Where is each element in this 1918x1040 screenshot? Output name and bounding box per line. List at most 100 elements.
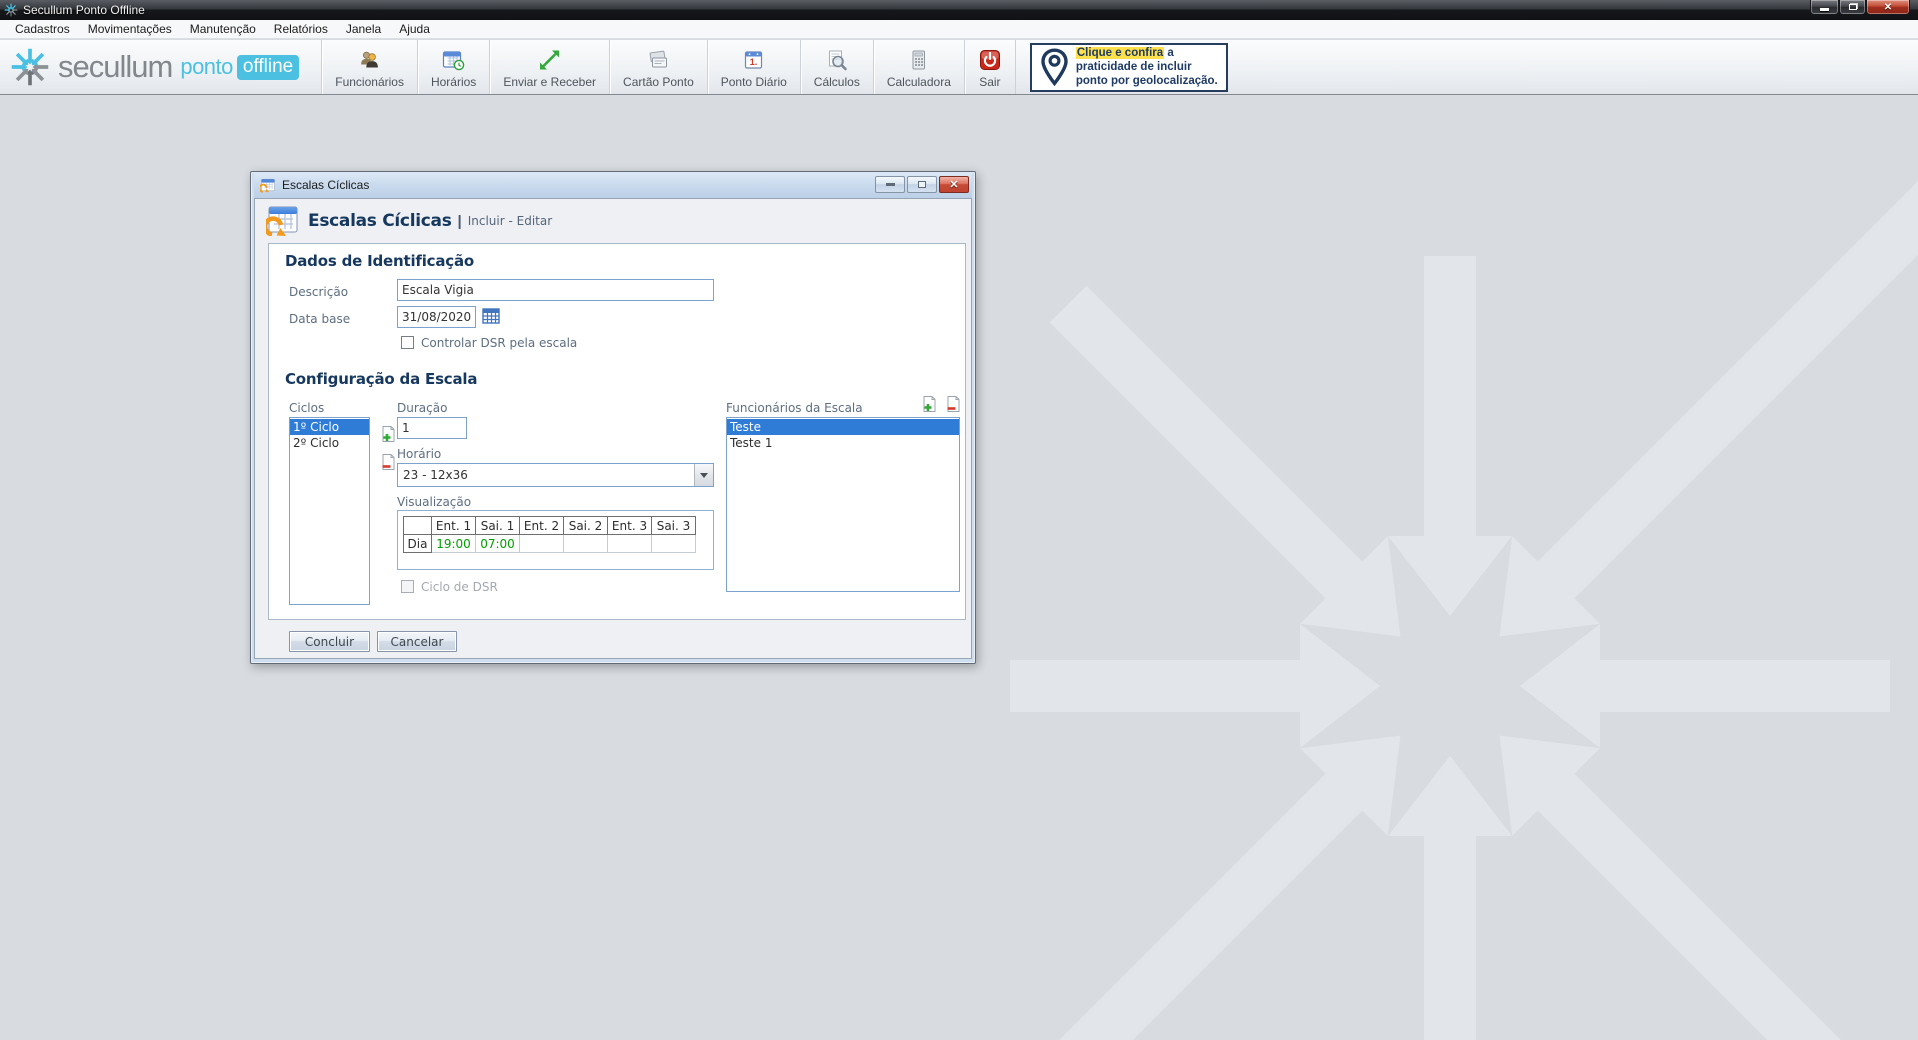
viz-ent2-value [520,535,564,553]
minimize-button[interactable] [1810,0,1839,15]
add-page-icon [378,425,396,443]
main-titlebar[interactable]: Secullum Ponto Offline ✕ [0,0,1918,20]
combobox-dropdown-button[interactable] [694,464,713,486]
descricao-label: Descrição [289,285,348,299]
viz-sai1-value: 07:00 [476,535,520,553]
funcionario-list-item[interactable]: Teste 1 [727,435,959,451]
funcionarios-escala-label: Funcionários da Escala [726,401,863,415]
menu-relatorios[interactable]: Relatórios [265,20,337,38]
toolbar-sair-button[interactable]: Sair [965,40,1016,94]
secullum-logo-icon [10,47,50,87]
duracao-label: Duração [397,401,447,415]
ciclos-label: Ciclos [289,401,324,415]
controlar-dsr-label: Controlar DSR pela escala [421,336,577,350]
horario-combobox[interactable]: 23 - 12x36 [397,463,714,487]
send-receive-icon [537,46,562,72]
viz-col-sai2: Sai. 2 [564,517,608,535]
app-icon [4,3,18,17]
add-page-icon [919,395,937,413]
remove-funcionario-button[interactable] [942,395,962,415]
dialog-header-title: Escalas Cíclicas [308,211,452,231]
ciclo-list-item[interactable]: 1º Ciclo [290,419,369,435]
toolbar-calculos-button[interactable]: Cálculos [801,40,874,94]
dialog-header-separator: | [458,213,462,230]
schedule-icon [441,46,466,72]
menu-movimentacoes[interactable]: Movimentações [79,20,181,38]
viz-col-ent1: Ent. 1 [432,517,476,535]
employees-icon [357,46,382,72]
dialog-header-subtitle: Incluir - Editar [468,214,552,228]
visualizacao-table: Ent. 1 Sai. 1 Ent. 2 Sai. 2 Ent. 3 Sai. … [403,516,696,553]
restore-button[interactable] [1839,0,1866,15]
controlar-dsr-checkbox[interactable] [401,336,414,349]
funcionario-list-item[interactable]: Teste [727,419,959,435]
viz-col-blank [404,517,432,535]
duracao-input[interactable] [397,417,467,439]
menu-ajuda[interactable]: Ajuda [390,20,439,38]
menu-cadastros[interactable]: Cadastros [6,20,79,38]
toolbar-buttons: Funcionários Horários [321,40,1016,94]
toolbar-enviar-receber-button[interactable]: Enviar e Receber [490,40,610,94]
logo-badge: offline [237,55,299,80]
concluir-button[interactable]: Concluir [289,631,370,652]
viz-sai2-value [564,535,608,553]
dialog-header: Escalas Cíclicas | Incluir - Editar [255,199,971,243]
dialog-titlebar[interactable]: Escalas Cíclicas ✕ [254,172,972,198]
dialog-restore-button[interactable] [907,176,937,193]
geolocation-callout[interactable]: Clique e confira a praticidade de inclui… [1030,43,1228,92]
viz-col-ent3: Ent. 3 [608,517,652,535]
calendar-picker-icon [482,307,500,325]
magnifier-icon [824,46,849,72]
ciclo-dsr-checkbox [401,580,414,593]
dialog-content-panel: Dados de Identificação Descrição Data ba… [268,243,966,620]
add-funcionario-button[interactable] [918,395,938,415]
cards-icon [646,46,671,72]
viz-col-sai3: Sai. 3 [652,517,696,535]
section-dados-identificacao: Dados de Identificação [285,252,474,270]
ciclos-listbox[interactable]: 1º Ciclo 2º Ciclo [289,417,370,605]
menubar: Cadastros Movimentações Manutenção Relat… [0,20,1918,39]
window-title: Secullum Ponto Offline [23,3,145,17]
dialog-title: Escalas Cíclicas [282,178,369,192]
toolbar-calculadora-button[interactable]: Calculadora [874,40,965,94]
calculator-icon [906,46,931,72]
viz-ent1-value: 19:00 [432,535,476,553]
remove-cycle-button[interactable] [377,453,397,473]
remove-page-icon [378,453,396,471]
ciclo-dsr-label: Ciclo de DSR [421,580,498,594]
toolbar-cartao-ponto-button[interactable]: Cartão Ponto [610,40,708,94]
location-pin-icon [1041,48,1068,86]
cancelar-button[interactable]: Cancelar [377,631,457,652]
escalas-ciclicas-dialog: Escalas Cíclicas ✕ [250,171,976,664]
toolbar: secullum ponto offline Funcionários [0,40,1918,95]
menu-janela[interactable]: Janela [337,20,390,38]
menu-manutencao[interactable]: Manutenção [181,20,265,38]
descricao-input[interactable] [397,279,714,301]
add-cycle-button[interactable] [377,425,397,445]
toolbar-ponto-diario-button[interactable]: 1. Ponto Diário [708,40,801,94]
chevron-down-icon [700,473,708,478]
dialog-close-button[interactable]: ✕ [939,176,969,193]
viz-sai3-value [652,535,696,553]
viz-col-sai1: Sai. 1 [476,517,520,535]
ciclo-list-item[interactable]: 2º Ciclo [290,435,369,451]
viz-ent3-value [608,535,652,553]
date-picker-button[interactable] [481,307,501,327]
viz-col-ent2: Ent. 2 [520,517,564,535]
close-button[interactable]: ✕ [1866,0,1910,15]
visualizacao-box: Ent. 1 Sai. 1 Ent. 2 Sai. 2 Ent. 3 Sai. … [397,510,714,570]
funcionarios-listbox[interactable]: Teste Teste 1 [726,417,960,592]
remove-page-icon [943,395,961,413]
screen: Secullum Ponto Offline ✕ Cadastros Movim… [0,0,1918,1040]
desktop: Escalas Cíclicas ✕ [0,96,1918,1040]
logo-product: ponto [180,54,233,80]
geolocation-callout-text: Clique e confira a praticidade de inclui… [1076,46,1218,88]
visualizacao-label: Visualização [397,495,471,509]
horario-value: 23 - 12x36 [398,468,694,482]
logo-brand: secullum [58,49,172,85]
dialog-client: Escalas Cíclicas | Incluir - Editar Dado… [254,198,972,659]
toolbar-horarios-button[interactable]: Horários [418,40,490,94]
toolbar-funcionarios-button[interactable]: Funcionários [321,40,418,94]
dialog-minimize-button[interactable] [875,176,905,193]
data-base-input[interactable] [397,306,476,328]
